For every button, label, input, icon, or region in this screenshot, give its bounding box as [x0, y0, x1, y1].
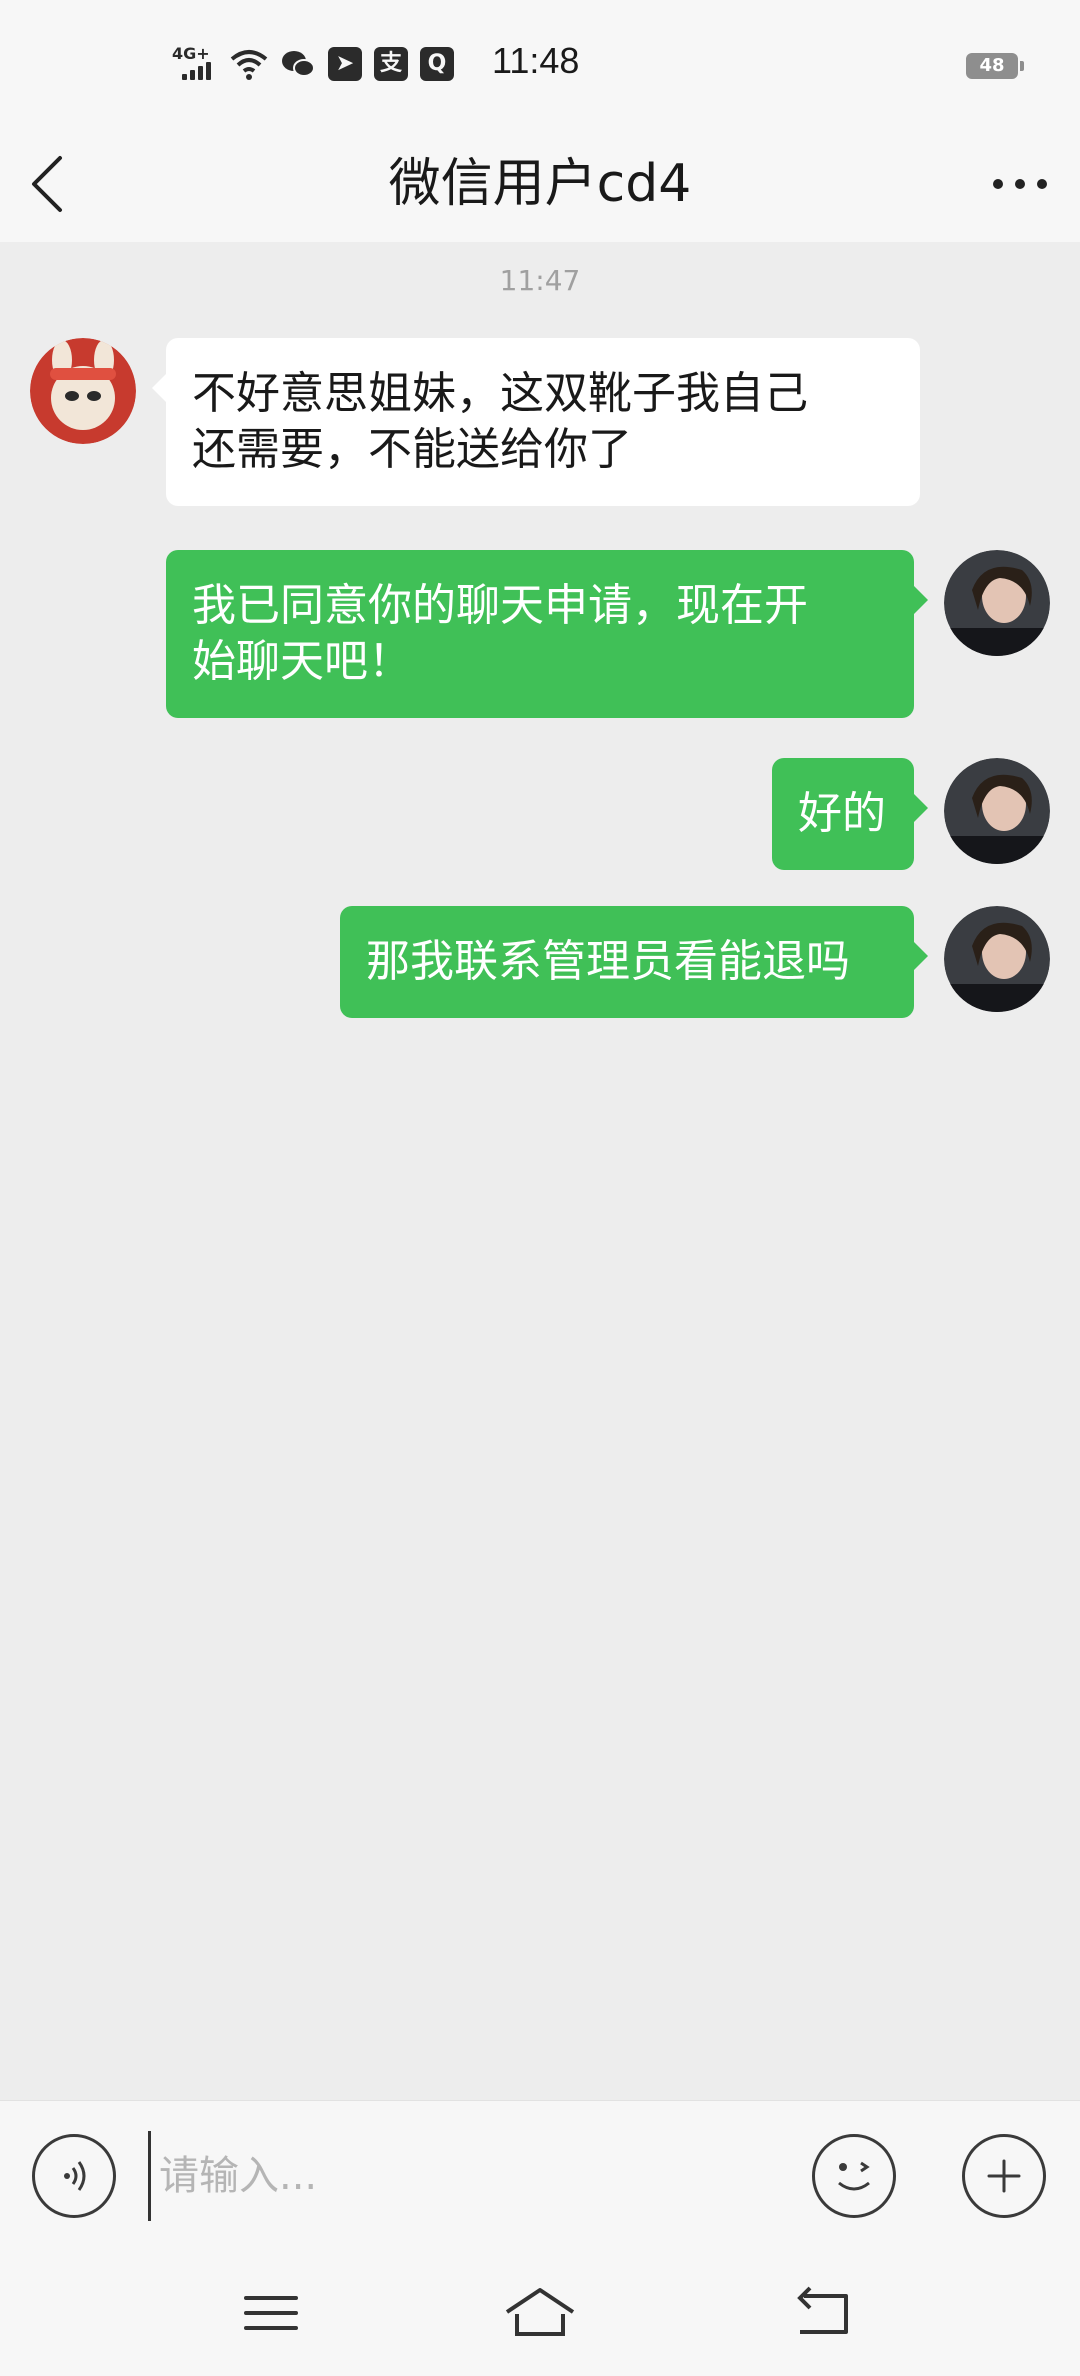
message-bubble-incoming[interactable]: 不好意思姐妹，这双靴子我自己 还需要，不能送给你了	[152, 338, 920, 506]
contact-avatar[interactable]	[30, 338, 136, 444]
my-avatar[interactable]	[944, 550, 1050, 656]
back-button[interactable]	[18, 144, 98, 224]
emoji-button[interactable]	[812, 2134, 896, 2218]
message-text-line: 我已同意你的聊天申请，现在开	[192, 580, 808, 631]
search-app-icon: Q	[420, 47, 454, 81]
wifi-icon	[230, 50, 268, 80]
back-nav-button[interactable]	[780, 2278, 870, 2348]
status-icons: 4G+ ➤ 支 Q	[170, 44, 454, 84]
more-options-button[interactable]	[980, 144, 1060, 224]
my-avatar-image	[944, 550, 1050, 656]
battery-level: 48	[979, 55, 1005, 76]
chat-area[interactable]: 11:47 不好意思姐妹，这双靴子我自己 还需要，不能送给你了 我已同意你的聊天…	[0, 242, 1080, 2100]
plus-icon	[987, 2159, 1021, 2193]
message-text-line: 那我联系管理员看能退吗	[366, 936, 850, 987]
voice-button[interactable]	[32, 2134, 116, 2218]
chevron-left-icon	[32, 156, 62, 212]
status-time: 11:48	[492, 40, 580, 81]
message-input[interactable]	[148, 2131, 788, 2221]
home-icon	[505, 2288, 575, 2336]
message-text-line: 始聊天吧！	[192, 636, 412, 687]
message-bubble-outgoing[interactable]: 那我联系管理员看能退吗	[340, 906, 928, 1018]
wechat-icon	[282, 51, 315, 77]
message-text-line: 还需要，不能送给你了	[192, 424, 632, 475]
more-functions-button[interactable]	[962, 2134, 1046, 2218]
message-bubble-outgoing[interactable]: 我已同意你的聊天申请，现在开 始聊天吧！	[166, 550, 928, 718]
battery-icon: 48	[966, 53, 1024, 79]
alipay-icon: 支	[374, 47, 408, 81]
message-bubble-outgoing[interactable]: 好的	[772, 758, 928, 870]
network-type: 4G+	[172, 44, 210, 63]
system-nav-bar	[0, 2250, 1080, 2376]
message-text-line: 不好意思姐妹，这双靴子我自己	[192, 368, 808, 419]
back-icon	[797, 2286, 848, 2334]
my-avatar[interactable]	[944, 758, 1050, 864]
recent-apps-button[interactable]	[226, 2278, 316, 2348]
my-avatar-image	[944, 758, 1050, 864]
contact-avatar-image	[30, 338, 136, 444]
cellular-signal-icon: 4G+	[170, 44, 218, 84]
my-avatar-image	[944, 906, 1050, 1012]
emoji-icon	[838, 2161, 870, 2191]
voice-icon	[64, 2161, 86, 2191]
home-button[interactable]	[495, 2278, 585, 2348]
message-timestamp: 11:47	[499, 264, 581, 297]
message-text-line: 好的	[798, 788, 886, 839]
more-icon	[993, 179, 1047, 189]
status-bar: 4G+ ➤ 支 Q 11:48 48	[0, 0, 1080, 126]
my-avatar[interactable]	[944, 906, 1050, 1012]
message-input-bar	[0, 2100, 1080, 2250]
send-icon: ➤	[328, 47, 362, 81]
chat-header: 微信用户cd4	[0, 126, 1080, 242]
menu-icon	[244, 2296, 298, 2330]
chat-title: 微信用户cd4	[388, 154, 692, 214]
